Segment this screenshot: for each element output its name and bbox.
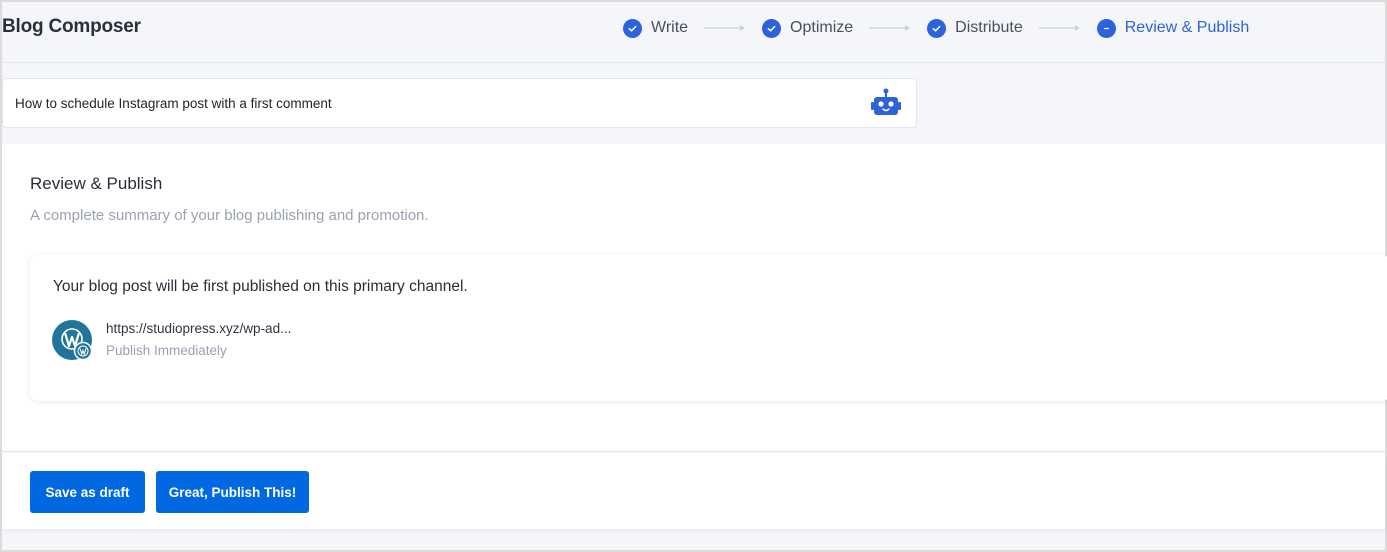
arrow-right-icon [869,23,911,33]
app-frame: Blog Composer Write Optimize Distribute … [0,0,1387,550]
step-review-publish[interactable]: Review & Publish [1096,18,1250,38]
step-label: Optimize [790,19,854,36]
action-footer: Save as draft Great, Publish This! [2,453,1385,529]
arrow-right-icon [704,23,746,33]
primary-channel-card: Your blog post will be first published o… [30,255,1387,401]
post-title-field[interactable]: How to schedule Instagram post with a fi… [2,78,917,128]
review-panel: Review & Publish A complete summary of y… [2,144,1387,452]
channel-url: https://studiopress.xyz/wp-ad... [106,321,292,336]
step-label: Write [651,19,689,36]
section-subtitle: A complete summary of your blog publishi… [30,207,429,224]
channel-schedule: Publish Immediately [106,343,227,358]
save-draft-button[interactable]: Save as draft [30,471,145,513]
section-title: Review & Publish [30,174,163,193]
header: Blog Composer Write Optimize Distribute … [2,2,1385,63]
stepper: Write Optimize Distribute Review & Publi… [623,17,1249,39]
step-optimize[interactable]: Optimize [762,18,854,38]
app-title: Blog Composer [2,16,141,37]
step-write[interactable]: Write [623,18,689,38]
publish-button[interactable]: Great, Publish This! [156,471,309,513]
robot-icon[interactable] [868,88,904,120]
check-icon [927,18,947,38]
step-distribute[interactable]: Distribute [927,18,1023,38]
post-title-text: How to schedule Instagram post with a fi… [15,96,332,111]
check-icon [623,18,642,38]
step-label: Review & Publish [1124,19,1250,36]
card-heading: Your blog post will be first published o… [53,278,468,295]
check-icon [762,18,782,38]
arrow-right-icon [1038,23,1081,33]
minus-icon [1096,18,1116,38]
step-label: Distribute [955,19,1023,36]
wordpress-icon [52,320,94,362]
